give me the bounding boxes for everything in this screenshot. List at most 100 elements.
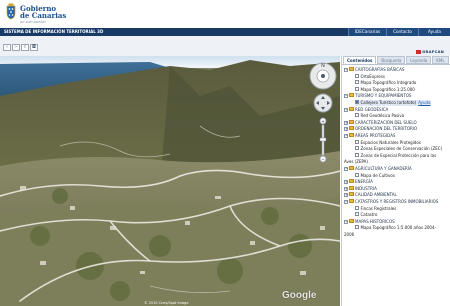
folder-icon	[349, 133, 354, 137]
layer-item[interactable]: Espacios Naturales Protegidos	[355, 139, 421, 146]
layer-group[interactable]: + INDUSTRIA	[344, 185, 377, 192]
layer-group[interactable]: − MAPAS HISTÓRICOS	[344, 218, 395, 225]
map-attribution: © 2010 Cnes/Spot Image	[144, 301, 189, 305]
map-navigation-control[interactable]: N + −	[306, 58, 340, 168]
brand-line2: de Canarias	[20, 11, 67, 20]
expand-icon[interactable]: +	[344, 180, 348, 185]
collapse-icon[interactable]: −	[344, 167, 348, 171]
folder-icon	[349, 119, 354, 124]
layer-group[interactable]: − ÁREAS PROTEGIDAS	[344, 133, 395, 139]
layer-group[interactable]: + ENERGÍA	[344, 179, 373, 185]
collapse-icon[interactable]: −	[344, 200, 348, 204]
checkbox[interactable]	[355, 73, 359, 78]
layer-label: CATASTROS Y REGISTROS INMOBILIARIOS	[355, 199, 439, 204]
folder-icon	[349, 106, 354, 111]
layer-label: CARACTERIZACIÓN DEL SUELO	[355, 119, 417, 125]
tab-contenidos[interactable]: Contenidos	[343, 56, 377, 64]
svg-text:+: +	[321, 119, 324, 124]
coat-of-arms-logo[interactable]	[5, 3, 17, 20]
checkbox[interactable]	[355, 225, 359, 230]
layer-label-continuation: Aves (ZEPA)	[344, 159, 368, 165]
checkbox[interactable]	[355, 80, 359, 85]
collapse-icon[interactable]: −	[344, 68, 348, 72]
folder-icon	[349, 199, 354, 203]
layer-group[interactable]: − AGRICULTURA Y GANADERÍA	[344, 166, 412, 172]
collapse-icon[interactable]: −	[344, 94, 348, 99]
arrow-left-icon[interactable]: ‹	[3, 44, 11, 51]
collapse-icon[interactable]: −	[344, 134, 348, 138]
tab-kml[interactable]: KML	[432, 56, 449, 64]
layer-label: ORDENACIÓN DEL TERRITORIO	[355, 126, 418, 132]
grafcan-icon	[416, 49, 422, 54]
layer-item[interactable]: Zonas Especiales de Conservación (ZEC)	[355, 146, 442, 152]
layer-label: CARTOGRAFÍAS BÁSICAS	[355, 67, 405, 72]
layer-label: Zonas Especiales de Conservación (ZEC)	[360, 146, 443, 152]
google-logo: Google	[282, 290, 317, 301]
folder-icon	[349, 179, 354, 184]
3d-map-view[interactable]: N + − © 2010 Cnes/Spot Image Google	[0, 56, 340, 306]
layer-item[interactable]: OrtoExpress	[355, 73, 385, 80]
grafcan-label: GRAFCAN	[422, 49, 444, 54]
layer-group[interactable]: + CALIDAD AMBIENTAL	[344, 192, 397, 198]
grafcan-logo[interactable]: GRAFCAN	[416, 49, 444, 54]
layer-label: Mapa Topográfico Integrado	[360, 80, 417, 86]
zoom-handle[interactable]	[319, 137, 327, 142]
checkbox[interactable]	[355, 113, 359, 118]
layer-group[interactable]: − CARTOGRAFÍAS BÁSICAS	[344, 67, 404, 73]
layer-item[interactable]: Fincas Registrales	[355, 205, 396, 212]
collapse-icon[interactable]: −	[344, 219, 348, 224]
layer-label: Red Geodésica Pasiva	[360, 113, 405, 119]
checkbox[interactable]	[355, 139, 359, 144]
layer-group[interactable]: + CARACTERIZACIÓN DEL SUELO	[344, 119, 417, 126]
layer-group[interactable]: − RED GEODÉSICA	[344, 106, 388, 113]
layer-label: Catastro	[360, 212, 378, 218]
checkbox[interactable]	[355, 212, 359, 217]
layer-group[interactable]: − TURISMO Y EQUIPAMIENTOS	[344, 93, 411, 99]
layer-help-link[interactable]: Ayuda	[418, 100, 430, 105]
checkbox[interactable]	[355, 152, 359, 157]
layer-label: TURISMO Y EQUIPAMIENTOS	[355, 93, 412, 99]
expand-icon[interactable]: +	[344, 127, 348, 132]
layer-label: Zonas de Especial Protección para las	[360, 152, 437, 158]
panel-tabs: Contenidos Búsqueda Leyenda KML	[343, 56, 450, 64]
nav-link-contacto[interactable]: Contacto	[386, 28, 418, 36]
layer-item[interactable]: Zonas de Especial Protección para las	[355, 152, 437, 159]
layer-label: Espacios Naturales Protegidos	[360, 139, 421, 145]
tab-leyenda[interactable]: Leyenda	[406, 56, 432, 64]
folder-icon	[349, 218, 354, 223]
app-title: SISTEMA DE INFORMACIÓN TERRITORIAL 3D	[4, 29, 104, 34]
layer-group[interactable]: + ORDENACIÓN DEL TERRITORIO	[344, 126, 417, 132]
layer-item[interactable]: Mapa Topográfico 1:25.000	[355, 86, 415, 93]
info-icon[interactable]: i	[21, 44, 29, 51]
expand-icon[interactable]: +	[344, 186, 348, 191]
layer-item[interactable]: Callejero Turístico (ortofoto) Ayuda	[355, 100, 431, 106]
nav-link-idecanarias[interactable]: IDECanarias	[348, 28, 386, 36]
nav-links: IDECanarias Contacto Ayuda	[348, 28, 450, 36]
brand[interactable]: Gobierno de Canarias un solo pueblo	[20, 5, 66, 24]
checkbox[interactable]	[355, 146, 359, 151]
expand-icon[interactable]: +	[344, 193, 348, 198]
checkbox[interactable]	[355, 205, 359, 210]
map-toolbar: ‹ › i ◘ GRAFCAN	[0, 36, 450, 56]
nav-link-ayuda[interactable]: Ayuda	[418, 28, 450, 36]
checkbox[interactable]	[355, 86, 359, 91]
layer-label: CALIDAD AMBIENTAL	[355, 192, 397, 198]
checkbox-checked[interactable]	[355, 100, 359, 104]
header: Gobierno de Canarias un solo pueblo	[0, 0, 450, 28]
checkbox[interactable]	[355, 172, 359, 177]
arrow-right-icon[interactable]: ›	[12, 44, 20, 51]
folder-icon	[349, 67, 354, 71]
tab-busqueda[interactable]: Búsqueda	[377, 56, 406, 64]
layer-group[interactable]: − CATASTROS Y REGISTROS INMOBILIARIOS	[344, 199, 438, 205]
layer-item[interactable]: Catastro	[355, 212, 377, 218]
collapse-icon[interactable]: −	[344, 107, 348, 112]
layer-item[interactable]: Red Geodésica Pasiva	[355, 113, 404, 119]
layer-label: INDUSTRIA	[355, 185, 377, 191]
camera-icon[interactable]: ◘	[30, 44, 38, 51]
layer-item[interactable]: Mapa Topográfico 1:5.000 años 2004-	[355, 225, 436, 231]
layer-item[interactable]: Mapa Topográfico Integrado	[355, 80, 416, 86]
layer-label: OrtoExpress	[360, 73, 385, 79]
expand-icon[interactable]: +	[344, 120, 348, 125]
layer-item[interactable]: Mapa de Cultivos	[355, 172, 395, 179]
layer-tree: − CARTOGRAFÍAS BÁSICAS OrtoExpress Mapa Top…	[342, 64, 450, 306]
